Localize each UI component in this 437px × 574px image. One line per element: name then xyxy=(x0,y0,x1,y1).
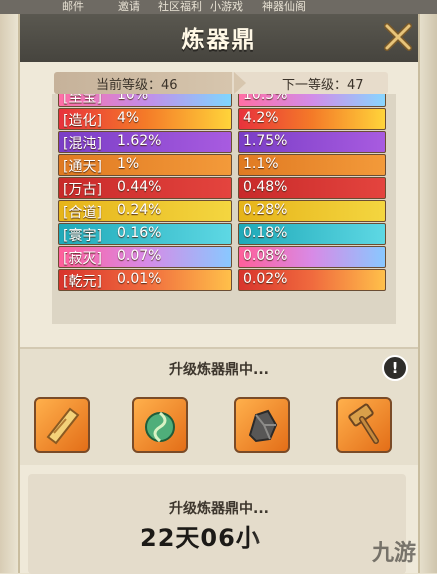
row-current: 0.07% xyxy=(117,248,162,264)
menu-item-community[interactable]: 社区福利 xyxy=(158,0,202,14)
hammer-icon xyxy=(348,403,379,444)
menu-item-invite[interactable]: 邀请 xyxy=(118,0,140,14)
row-current: 4% xyxy=(117,110,140,126)
row-next: 0.18% xyxy=(243,225,288,241)
material-slot[interactable] xyxy=(336,397,392,453)
row-current: 10% xyxy=(117,94,149,103)
row-name: [寰宇] xyxy=(63,228,102,244)
level-arrow-icon xyxy=(234,72,246,94)
status-label: 升级炼器鼎中... xyxy=(169,501,269,517)
table-row: [通天] 1% 1.1% xyxy=(52,154,396,177)
row-next: 0.28% xyxy=(243,202,288,218)
row-next: 0.08% xyxy=(243,248,288,264)
row-current: 0.01% xyxy=(117,271,162,287)
row-current: 0.24% xyxy=(117,202,162,218)
table-row: [万古] 0.44% 0.48% xyxy=(52,177,396,200)
level-bar: 当前等级：46 下一等级：47 xyxy=(54,72,388,94)
row-name: [合道] xyxy=(63,205,102,221)
menu-item-mail[interactable]: 邮件 xyxy=(62,0,84,14)
timer-fade xyxy=(252,514,322,548)
jade-pendant-icon xyxy=(145,411,175,443)
close-icon[interactable] xyxy=(382,21,414,53)
background-left xyxy=(0,0,18,573)
row-next: 0.48% xyxy=(243,179,288,195)
forge-panel: 炼器鼎 当前等级：46 下一等级：47 [至宝] 10% 10.5% [造化] … xyxy=(18,14,420,574)
watermark-logo: 九游 xyxy=(371,541,416,566)
row-name: [寂灭] xyxy=(63,251,102,267)
table-row: [合道] 0.24% 0.28% xyxy=(52,200,396,223)
table-row: [寂灭] 0.07% 0.08% xyxy=(52,246,396,269)
page-title: 炼器鼎 xyxy=(181,27,257,53)
upgrade-label: 升级炼器鼎中... xyxy=(169,362,269,378)
current-level: 当前等级：46 xyxy=(96,78,178,93)
table-row: [至宝] 10% 10.5% xyxy=(52,94,396,108)
probability-table: [至宝] 10% 10.5% [造化] 4% 4.2% [混沌] 1.62% 1… xyxy=(52,94,396,324)
row-current: 1.62% xyxy=(117,133,162,149)
row-next: 1.1% xyxy=(243,156,279,172)
upgrade-status: 升级炼器鼎中... 22天06小 九游 xyxy=(20,466,418,574)
info-icon[interactable]: ! xyxy=(382,355,408,381)
row-next: 10.5% xyxy=(243,94,288,103)
row-name: [通天] xyxy=(63,159,102,175)
top-menu: 邮件 邀请 社区福利 小游戏 神器仙阁 xyxy=(0,0,437,14)
row-name: [造化] xyxy=(63,113,102,129)
row-next: 0.02% xyxy=(243,271,288,287)
menu-item-minigame[interactable]: 小游戏 xyxy=(210,0,243,14)
material-slot[interactable] xyxy=(132,397,188,453)
row-name: [混沌] xyxy=(63,136,102,152)
table-row: [寰宇] 0.16% 0.18% xyxy=(52,223,396,246)
row-name: [乾元] xyxy=(63,274,102,290)
row-current: 0.16% xyxy=(117,225,162,241)
material-slot[interactable] xyxy=(234,397,290,453)
material-slot[interactable] xyxy=(34,397,90,453)
row-next: 4.2% xyxy=(243,110,279,126)
row-current: 1% xyxy=(117,156,140,172)
scroll-icon xyxy=(46,407,80,445)
table-row: [造化] 4% 4.2% xyxy=(52,108,396,131)
row-name: [万古] xyxy=(63,182,102,198)
ore-icon xyxy=(248,409,278,443)
upgrade-materials: 升级炼器鼎中... ! xyxy=(20,347,418,465)
row-next: 1.75% xyxy=(243,133,288,149)
panel-header: 炼器鼎 xyxy=(20,14,418,62)
row-current: 0.44% xyxy=(117,179,162,195)
upgrade-timer: 22天06小 xyxy=(140,524,261,552)
next-level: 下一等级：47 xyxy=(282,78,364,93)
table-row: [乾元] 0.01% 0.02% xyxy=(52,269,396,292)
row-name: [至宝] xyxy=(63,94,102,106)
table-row: [混沌] 1.62% 1.75% xyxy=(52,131,396,154)
menu-item-artifact[interactable]: 神器仙阁 xyxy=(262,0,306,14)
